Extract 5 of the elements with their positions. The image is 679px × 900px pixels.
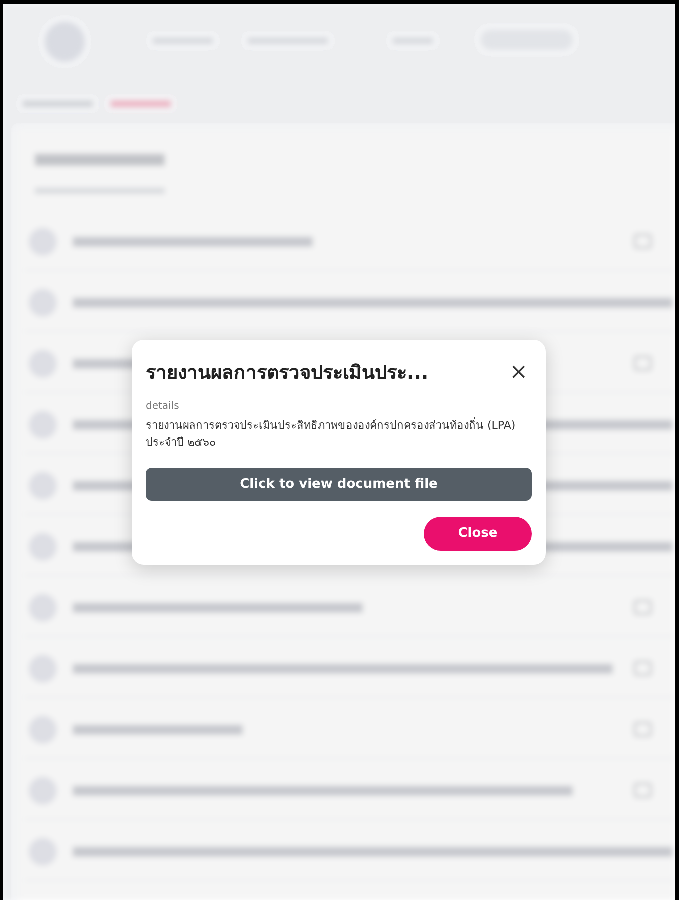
close-button[interactable]: Close [424,517,532,551]
modal-title: รายงานผลการตรวจประเมินประ... [146,362,429,385]
description-text: รายงานผลการตรวจประเมินประสิทธิภาพขององค์กรปกครองส่วนท้องถิ่น (LPA) ประจำปี ๒๕๖๐ [146,416,517,452]
details-label: details [146,400,180,414]
view-document-button[interactable]: Click to view document file [146,468,532,502]
